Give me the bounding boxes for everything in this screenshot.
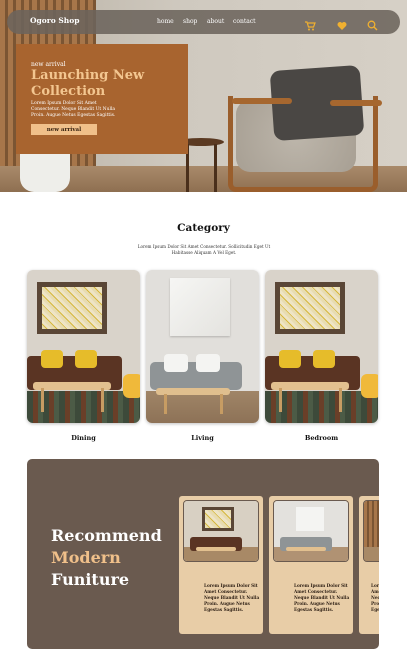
- product-image: [363, 500, 379, 562]
- category-label-bedroom[interactable]: Bedroom: [265, 434, 378, 442]
- table-leg: [101, 388, 104, 412]
- cushion-image: [164, 354, 188, 372]
- promo-title: Launching New Collection: [31, 68, 145, 99]
- yellow-chair-image: [361, 374, 378, 398]
- armchair-arm: [330, 100, 382, 106]
- cushion-image: [75, 350, 97, 368]
- category-label-living[interactable]: Living: [146, 434, 259, 442]
- wall-art-image: [37, 282, 107, 334]
- category-subtitle: Lorem Ipsum Dolor Sit Amet Consectetur. …: [137, 244, 271, 255]
- recommend-title-line3: Funiture: [51, 570, 130, 589]
- brand-logo[interactable]: Ogoro Shop: [30, 16, 79, 25]
- wall-art-image: [170, 278, 230, 336]
- heart-icon[interactable]: [337, 16, 347, 35]
- armchair-arm: [232, 98, 292, 104]
- product-image: [183, 500, 259, 562]
- side-table-leg: [214, 144, 217, 192]
- product-card[interactable]: Lorem Ipsum Dolor Sit Amet Consectetur. …: [269, 496, 353, 634]
- search-icon[interactable]: [367, 16, 378, 35]
- recommend-title-line2: Modern: [51, 548, 121, 567]
- wall-art-image: [275, 282, 345, 334]
- nav-link-contact[interactable]: contact: [233, 18, 256, 25]
- category-card-dining[interactable]: [27, 270, 140, 423]
- nav-link-shop[interactable]: shop: [183, 18, 197, 25]
- nav-link-home[interactable]: home: [157, 18, 174, 25]
- table-leg: [41, 388, 44, 412]
- yellow-chair-image: [123, 374, 140, 398]
- table-leg: [339, 388, 342, 412]
- table-leg: [279, 388, 282, 412]
- cushion-image: [313, 350, 335, 368]
- recommend-section: Recommend Modern Funiture Lorem Ipsum Do…: [27, 459, 379, 649]
- plant-pot-image: [20, 150, 70, 192]
- product-card[interactable]: Lorem Ipsum Dolor Sit Amet Consectetur. …: [359, 496, 379, 634]
- category-card-bedroom[interactable]: [265, 270, 378, 423]
- promo-tag: new arrival: [31, 61, 66, 68]
- table-leg: [164, 394, 167, 414]
- category-title: Category: [177, 222, 230, 234]
- product-description: Lorem Ipsum Dolor Sit Amet Consectetur. …: [204, 583, 260, 612]
- category-label-dining[interactable]: Dining: [27, 434, 140, 442]
- promo-box: new arrival Launching New Collection Lor…: [16, 44, 188, 154]
- top-navbar: Ogoro Shop home shop about contact: [7, 10, 400, 34]
- coffee-table-image: [156, 388, 230, 395]
- table-leg: [220, 394, 223, 414]
- coffee-table-image: [271, 382, 349, 390]
- cart-icon[interactable]: [305, 16, 316, 35]
- recommend-title-line1: Recommend: [51, 526, 162, 545]
- product-card[interactable]: Lorem Ipsum Dolor Sit Amet Consectetur. …: [179, 496, 263, 634]
- recommend-title: Recommend Modern Funiture: [51, 525, 162, 591]
- promo-text: Lorem Ipsum Dolor Sit Amet Consectetur. …: [31, 101, 116, 118]
- floor-image: [146, 391, 259, 423]
- product-image: [273, 500, 349, 562]
- hero-banner: Ogoro Shop home shop about contact new a…: [0, 0, 407, 192]
- cushion-image: [196, 354, 220, 372]
- cushion-image: [41, 350, 63, 368]
- product-description: Lorem Ipsum Dolor Sit Amet Consectetur. …: [294, 583, 350, 612]
- coffee-table-image: [33, 382, 111, 390]
- nav-link-about[interactable]: about: [207, 18, 224, 25]
- product-description: Lorem Ipsum Dolor Sit Amet Consectetur. …: [371, 583, 379, 612]
- category-card-living[interactable]: [146, 270, 259, 423]
- new-arrival-button[interactable]: new arrival: [31, 124, 97, 135]
- cushion-image: [279, 350, 301, 368]
